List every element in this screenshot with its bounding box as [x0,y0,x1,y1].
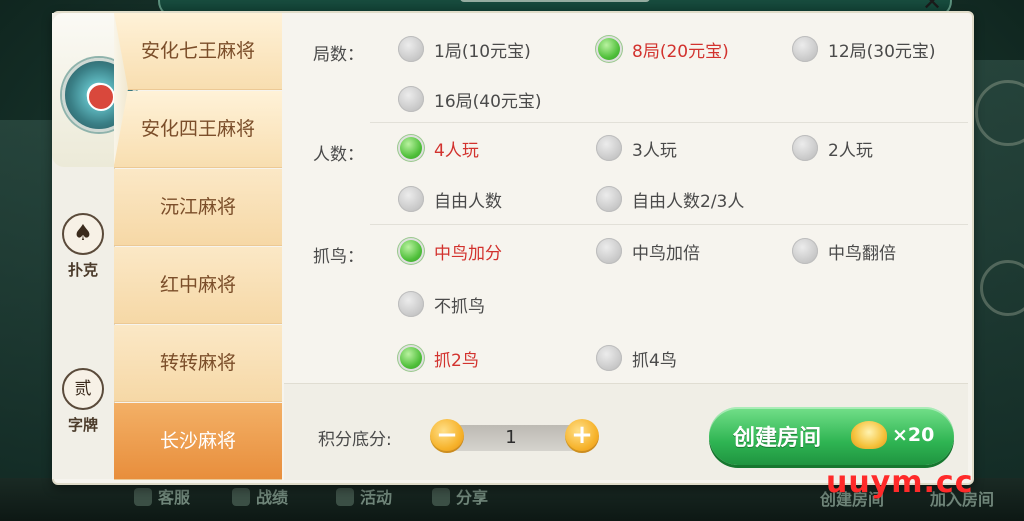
bird-count-option[interactable]: 抓2鸟 [398,345,479,371]
radio-checked-icon [398,238,424,264]
radio-icon [398,186,424,212]
radio-icon [398,86,424,112]
bottom-item-activity[interactable]: 活动 [336,484,392,508]
create-room-label: 创建房间 [733,426,822,451]
radio-icon [792,238,818,264]
bottom-item-record[interactable]: 战绩 [232,484,288,508]
game-list: 安化七王麻将 安化四王麻将 沅江麻将 红中麻将 转转麻将 长沙麻将 [114,13,282,480]
base-score-value: 1 [505,427,517,448]
decrement-button[interactable]: − [430,419,464,453]
radio-icon [792,135,818,161]
birds-label: 抓鸟： [313,247,364,267]
rounds-option[interactable]: 16局(40元宝) [398,86,542,112]
bottom-item-share[interactable]: 分享 [432,484,488,508]
spade-icon: ♠ [62,213,104,255]
players-option[interactable]: 自由人数2/3人 [596,186,744,212]
divider [370,122,968,123]
radio-icon [398,291,424,317]
radio-checked-icon [398,345,424,371]
radio-icon [596,186,622,212]
watermark: uuym.cc [826,465,974,500]
birds-option[interactable]: 中鸟加倍 [596,238,700,264]
players-option[interactable]: 4人玩 [398,135,479,161]
radio-checked-icon [596,36,622,62]
game-item[interactable]: 沅江麻将 [114,169,282,246]
bottom-item-service[interactable]: 客服 [134,484,190,508]
rounds-option[interactable]: 12局(30元宝) [792,36,936,62]
birds-option[interactable]: 中鸟加分 [398,238,502,264]
gold-ingot-icon [851,421,887,449]
game-item[interactable]: 转转麻将 [114,325,282,402]
birds-option[interactable]: 不抓鸟 [398,291,485,317]
radio-icon [596,238,622,264]
game-item[interactable]: 红中麻将 [114,247,282,324]
category-label: 字牌 [67,416,98,434]
character-tile-icon: 贰 [62,368,104,410]
players-option[interactable]: 自由人数 [398,186,502,212]
increment-button[interactable]: + [565,419,599,453]
radio-icon [596,135,622,161]
radio-icon [398,36,424,62]
radio-icon [596,345,622,371]
game-item[interactable]: 长沙麻将 [114,403,282,480]
rounds-label: 局数： [313,45,364,65]
players-label: 人数： [313,145,364,165]
birds-option[interactable]: 中鸟翻倍 [792,238,896,264]
category-character-cards[interactable]: 贰 字牌 [52,368,114,435]
players-option[interactable]: 2人玩 [792,135,873,161]
players-option[interactable]: 3人玩 [596,135,677,161]
category-label: 扑克 [67,261,98,279]
bird-count-option[interactable]: 抓4鸟 [596,345,677,371]
category-poker[interactable]: ♠ 扑克 [52,213,114,280]
rounds-option[interactable]: 8局(20元宝) [596,36,729,62]
radio-icon [792,36,818,62]
game-item[interactable]: 安化七王麻将 [114,13,282,90]
game-item[interactable]: 安化四王麻将 [114,91,282,168]
divider [370,224,968,225]
base-score-label: 积分底分: [318,430,392,450]
create-room-cost: ×20 [892,424,935,446]
rounds-option[interactable]: 1局(10元宝) [398,36,531,62]
radio-checked-icon [398,135,424,161]
